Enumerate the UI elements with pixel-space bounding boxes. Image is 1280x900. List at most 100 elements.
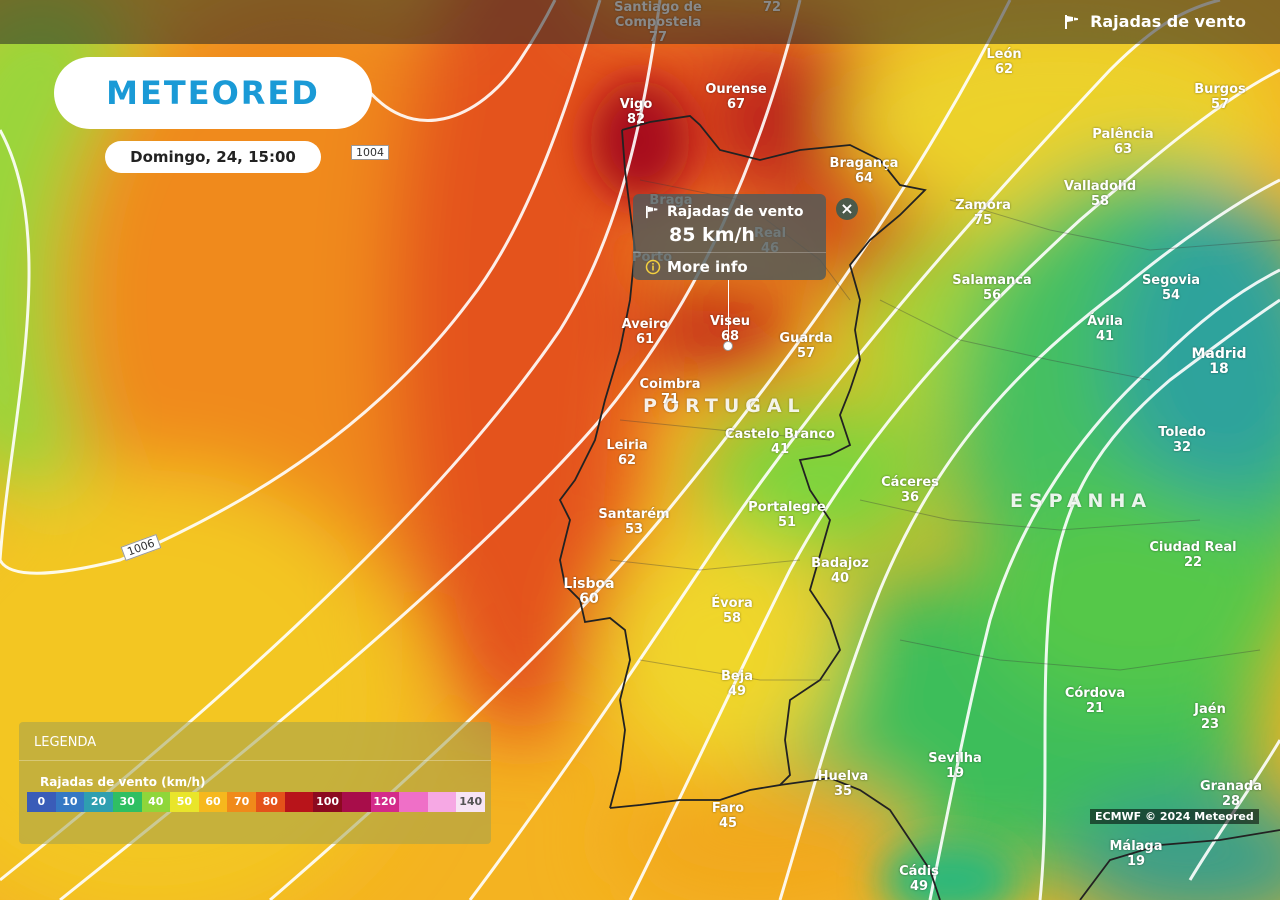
city-label[interactable]: Valladolid 58: [1064, 179, 1136, 209]
city-label[interactable]: Huelva 35: [818, 769, 869, 799]
legend-stop: [427, 792, 457, 812]
logo-text: METEORED: [106, 74, 320, 112]
city-label[interactable]: Burgos 57: [1194, 82, 1246, 112]
city-label[interactable]: Ávila 41: [1087, 314, 1123, 344]
city-label[interactable]: Santarém 53: [598, 507, 669, 537]
city-label[interactable]: Madrid 18: [1191, 347, 1246, 377]
city-name: Burgos: [1194, 82, 1246, 97]
city-gust-value: 35: [833, 784, 853, 799]
city-label[interactable]: Palência 63: [1092, 127, 1153, 157]
city-name: Salamanca: [952, 273, 1032, 288]
city-label[interactable]: Aveiro 61: [622, 317, 669, 347]
legend-stop: 40: [141, 792, 171, 812]
top-bar: Rajadas de vento: [0, 0, 1280, 44]
city-gust-value: 36: [900, 490, 920, 505]
city-name: Toledo: [1158, 425, 1206, 440]
city-label[interactable]: Ourense 67: [705, 82, 766, 112]
city-gust-value: 67: [726, 97, 746, 112]
city-name: Madrid: [1191, 346, 1247, 362]
legend-panel: LEGENDA Rajadas de vento (km/h) 0 10 20 30 4…: [19, 722, 491, 844]
city-label[interactable]: Toledo 32: [1158, 425, 1206, 455]
legend-stop: 140: [456, 792, 485, 812]
city-name: Huelva: [817, 769, 869, 784]
city-label[interactable]: Coimbra 71: [640, 377, 701, 407]
city-gust-value: 19: [1126, 854, 1146, 869]
location-marker[interactable]: [723, 341, 733, 351]
city-label[interactable]: Guarda 57: [779, 331, 832, 361]
more-info-link[interactable]: More info: [645, 258, 748, 276]
city-label[interactable]: Faro 45: [712, 801, 744, 831]
city-name: Viseu: [709, 314, 751, 329]
city-label[interactable]: Castelo Branco 41: [725, 427, 835, 457]
city-gust-value: 75: [973, 213, 993, 228]
city-gust-value: 19: [945, 766, 965, 781]
windsock-icon: [646, 205, 658, 219]
city-name: Málaga: [1109, 839, 1163, 854]
city-gust-value: 62: [617, 453, 637, 468]
city-label[interactable]: Portalegre 51: [748, 500, 826, 530]
legend-stop: 50: [170, 792, 199, 812]
city-name: Leiria: [606, 438, 648, 453]
city-label[interactable]: Bragança 64: [830, 156, 899, 186]
city-gust-value: 45: [718, 816, 738, 831]
info-popup: Rajadas de vento 85 km/h More info: [633, 194, 826, 280]
city-name: Ourense: [705, 82, 767, 97]
city-label[interactable]: Vigo 82: [620, 97, 653, 127]
city-gust-value: 41: [1095, 329, 1115, 344]
windsock-icon: [1065, 14, 1079, 29]
city-name: Cáceres: [881, 475, 939, 490]
meteored-logo[interactable]: METEORED: [54, 57, 372, 129]
city-name: Lisboa: [563, 576, 615, 592]
city-gust-value: 53: [624, 522, 644, 537]
city-label[interactable]: Málaga 19: [1109, 839, 1162, 869]
city-name: Granada: [1200, 779, 1262, 794]
city-label[interactable]: Leiria 62: [606, 438, 647, 468]
city-label[interactable]: Córdova 21: [1065, 686, 1125, 716]
city-gust-value: 58: [1090, 194, 1110, 209]
city-name: Córdova: [1064, 686, 1126, 701]
popup-title-row: Rajadas de vento: [645, 204, 803, 220]
city-label[interactable]: Cáceres 36: [881, 475, 939, 505]
city-label[interactable]: Zamora 75: [955, 198, 1011, 228]
date-time-pill[interactable]: Domingo, 24, 15:00: [105, 141, 321, 173]
more-info-label: More info: [667, 258, 748, 276]
city-label[interactable]: Lisboa 60: [563, 577, 614, 607]
city-label[interactable]: Viseu 68: [710, 314, 750, 344]
city-gust-value: 28: [1221, 794, 1241, 809]
city-label[interactable]: Salamanca 56: [952, 273, 1031, 303]
city-label[interactable]: Badajoz 40: [811, 556, 869, 586]
legend-stop: 60: [198, 792, 228, 812]
layer-selector[interactable]: Rajadas de vento: [1064, 12, 1246, 31]
city-label[interactable]: Beja 49: [721, 669, 753, 699]
city-label[interactable]: Jaén 23: [1194, 702, 1226, 732]
legend-stop: 100: [313, 792, 342, 812]
city-label[interactable]: León 62: [986, 47, 1021, 77]
city-name: Guarda: [779, 331, 833, 346]
legend-color-scale: 0 10 20 30 40 50 60 70 80 100 120 140: [27, 792, 485, 812]
close-icon[interactable]: ×: [836, 198, 858, 220]
city-name: Évora: [711, 596, 753, 611]
city-gust-value: 58: [722, 611, 742, 626]
layer-label: Rajadas de vento: [1090, 12, 1246, 31]
city-label[interactable]: Granada 28: [1200, 779, 1262, 809]
city-label[interactable]: Ciudad Real 22: [1149, 540, 1236, 570]
city-label[interactable]: Segovia 54: [1142, 273, 1200, 303]
legend-stop: 30: [112, 792, 142, 812]
city-label[interactable]: Sevilha 19: [928, 751, 982, 781]
city-label[interactable]: Cádis 49: [899, 864, 939, 894]
city-gust-value: 23: [1200, 717, 1220, 732]
city-gust-value: 54: [1161, 288, 1181, 303]
legend-stop: [399, 792, 428, 812]
city-name: Cádis: [899, 864, 939, 879]
legend-stop: 10: [55, 792, 85, 812]
city-name: Portalegre: [748, 500, 826, 515]
city-name: Valladolid: [1063, 179, 1137, 194]
city-name: Castelo Branco: [725, 427, 835, 442]
city-label[interactable]: Évora 58: [711, 596, 752, 626]
city-gust-value: 49: [727, 684, 747, 699]
city-name: León: [986, 47, 1022, 62]
city-name: Santarém: [598, 507, 670, 522]
legend-stop: 120: [370, 792, 400, 812]
legend-stop: 80: [256, 792, 285, 812]
city-gust-value: 18: [1209, 361, 1229, 377]
